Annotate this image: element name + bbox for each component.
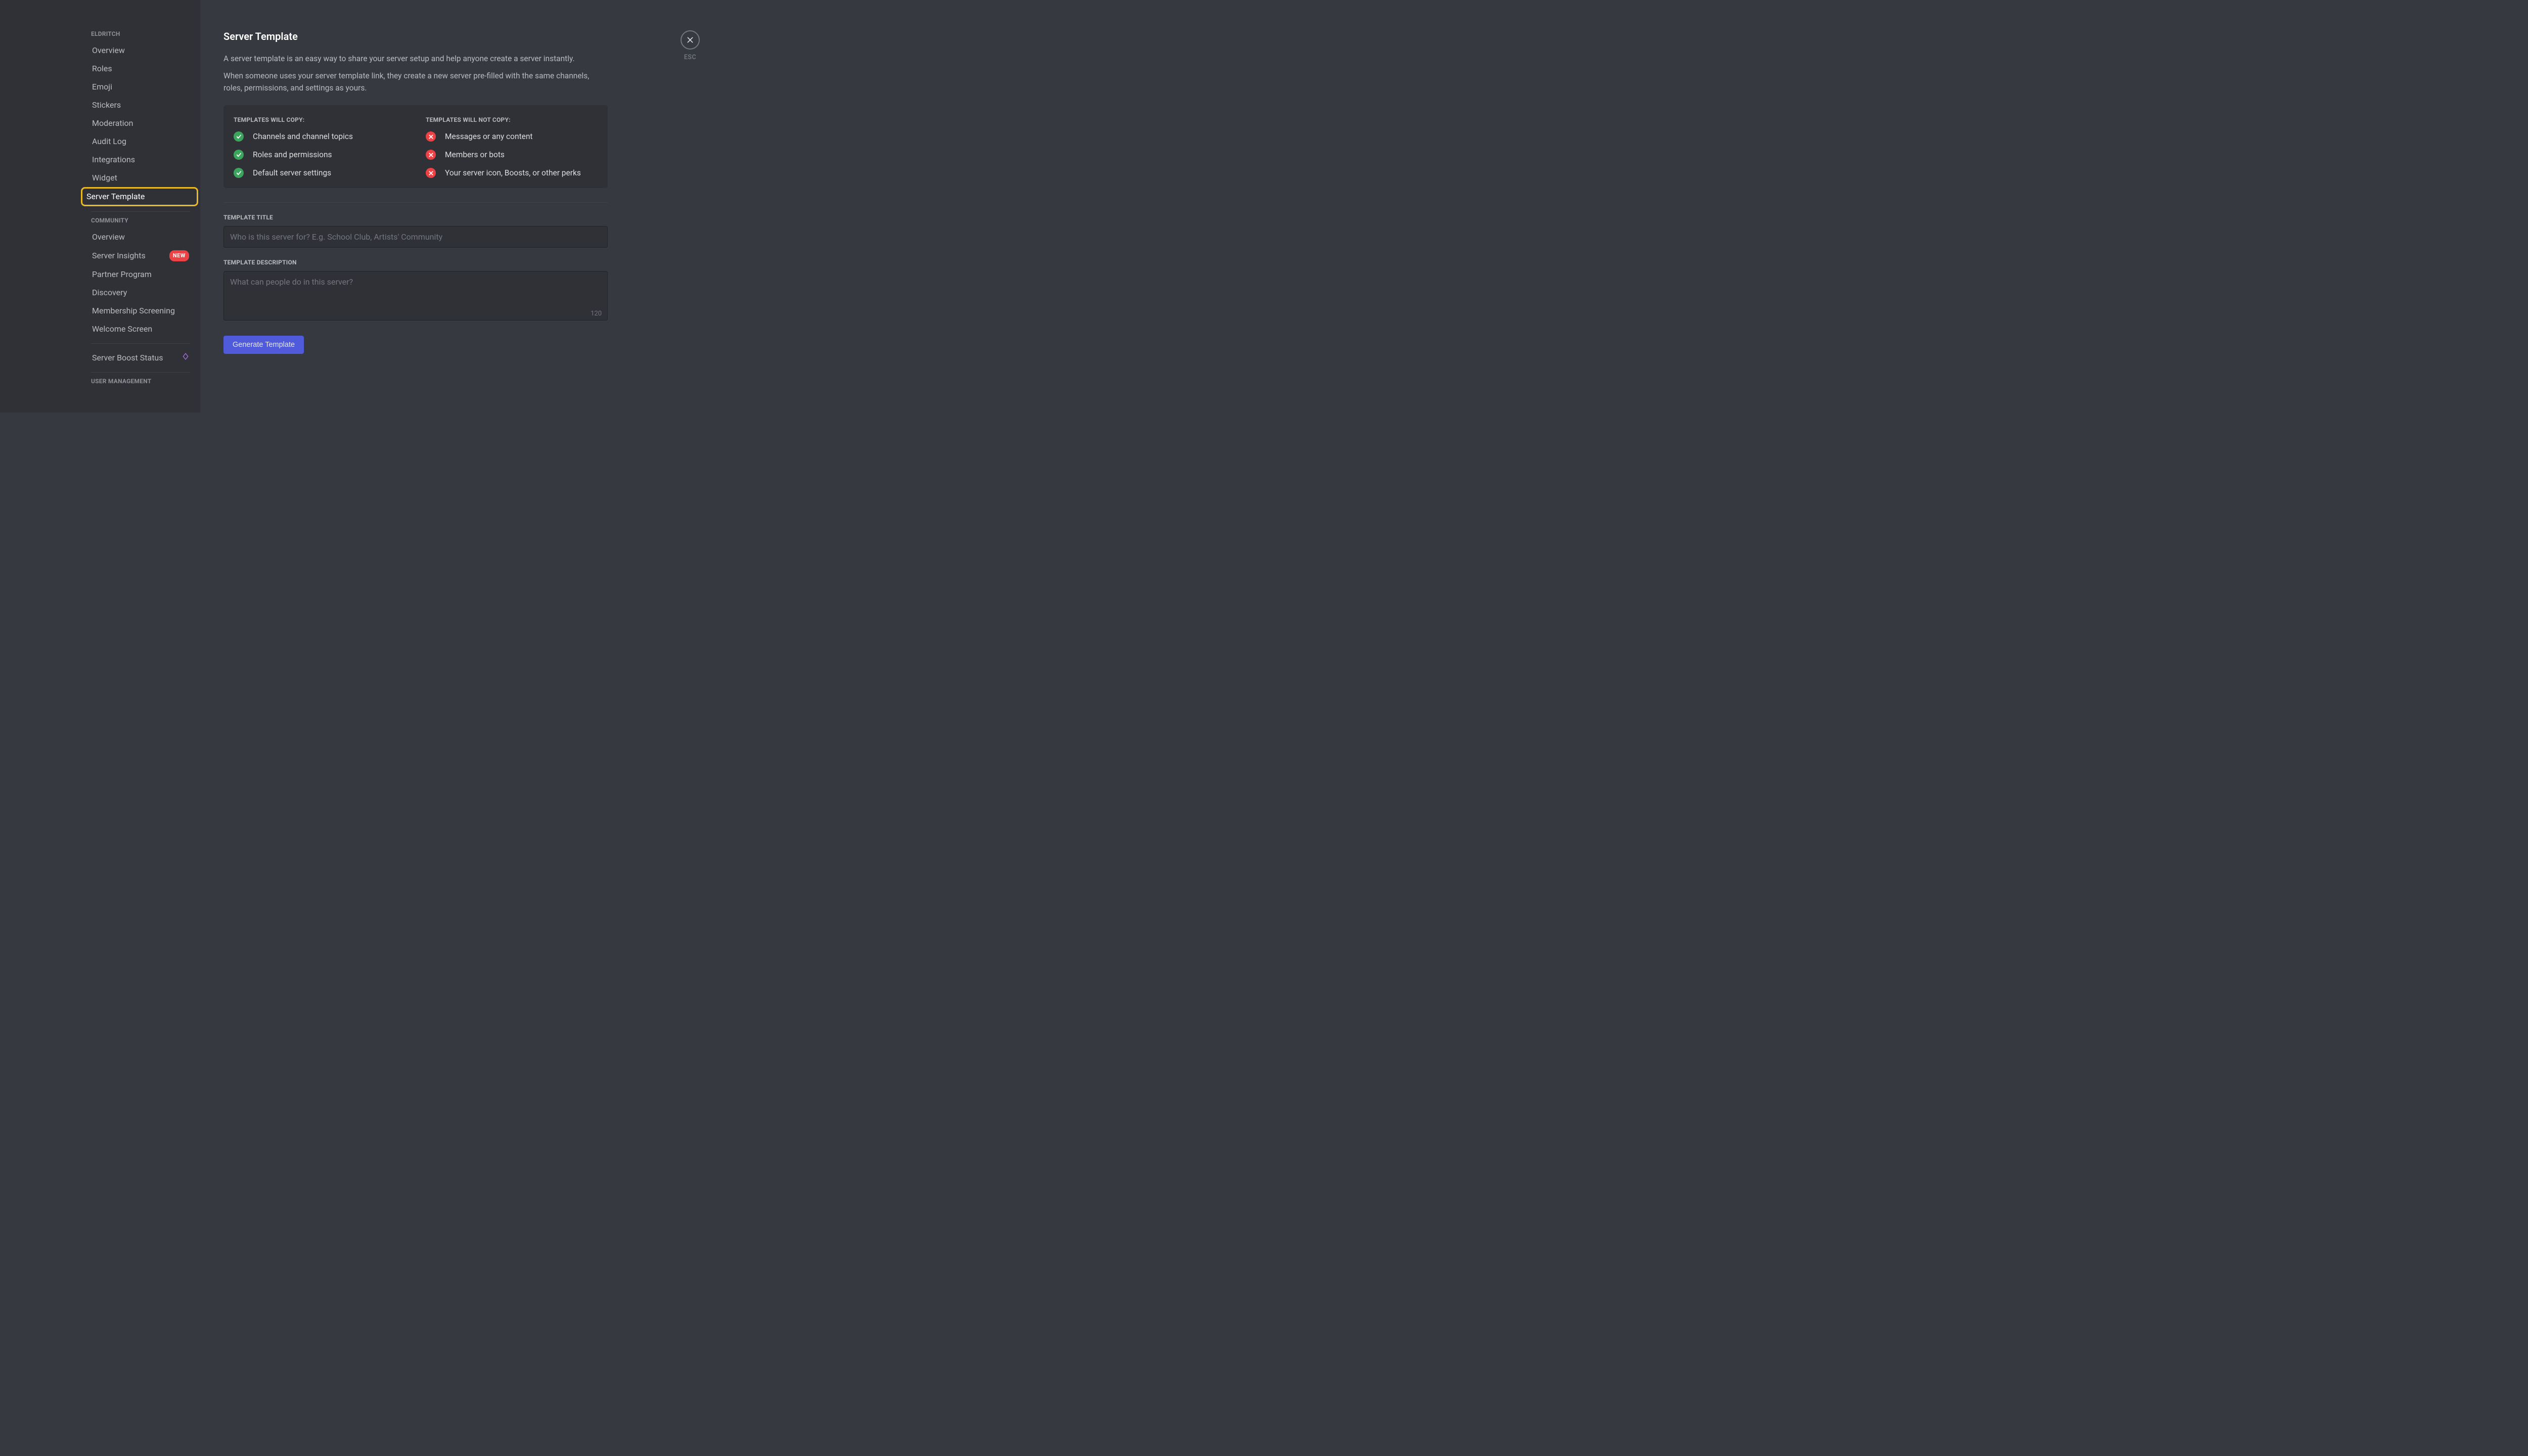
copy-item-label: Default server settings: [253, 168, 331, 177]
page-desc-1: A server template is an easy way to shar…: [223, 53, 608, 65]
boost-gem-icon: [182, 353, 189, 363]
template-description-wrap: 120: [223, 271, 608, 323]
sidebar-item-roles[interactable]: Roles: [87, 60, 194, 78]
template-description-input[interactable]: [223, 271, 608, 321]
x-icon: [426, 131, 436, 142]
divider: [91, 372, 190, 373]
sidebar-item-label: Welcome Screen: [92, 324, 152, 334]
sidebar-item-membership-screening[interactable]: Membership Screening: [87, 302, 194, 320]
copy-item-channels: Channels and channel topics: [234, 131, 405, 142]
page-desc-2: When someone uses your server template l…: [223, 70, 608, 94]
check-icon: [234, 131, 244, 142]
sidebar-item-label: Widget: [92, 173, 117, 183]
main-content: ESC Server Template A server template is…: [200, 0, 728, 413]
will-copy-column: TEMPLATES WILL COPY: Channels and channe…: [234, 116, 405, 178]
sidebar-item-label: Discovery: [92, 288, 127, 298]
template-title-label: TEMPLATE TITLE: [223, 214, 608, 221]
divider: [223, 202, 608, 203]
sidebar-item-label: Partner Program: [92, 269, 152, 280]
sidebar-item-label: Emoji: [92, 82, 112, 92]
sidebar-item-label: Server Boost Status: [92, 353, 163, 363]
nocopy-item-label: Messages or any content: [445, 132, 533, 141]
sidebar-item-audit-log[interactable]: Audit Log: [87, 132, 194, 151]
sidebar-item-welcome-screen[interactable]: Welcome Screen: [87, 320, 194, 338]
will-copy-header: TEMPLATES WILL COPY:: [234, 116, 405, 123]
check-icon: [234, 150, 244, 160]
char-counter: 120: [591, 310, 602, 317]
sidebar-item-stickers[interactable]: Stickers: [87, 96, 194, 114]
sidebar-item-label: Audit Log: [92, 136, 126, 147]
nocopy-item-members: Members or bots: [426, 150, 598, 160]
sidebar-item-widget[interactable]: Widget: [87, 169, 194, 187]
nocopy-item-label: Members or bots: [445, 150, 505, 159]
nocopy-item-icon: Your server icon, Boosts, or other perks: [426, 168, 598, 178]
section-header-server: ELDRITCH: [87, 30, 194, 41]
close-icon: [681, 30, 700, 50]
generate-template-button[interactable]: Generate Template: [223, 336, 304, 354]
close-label: ESC: [684, 54, 696, 61]
sidebar-item-label: Server Insights: [92, 251, 146, 261]
sidebar-item-integrations[interactable]: Integrations: [87, 151, 194, 169]
sidebar-item-label: Roles: [92, 64, 112, 74]
x-icon: [426, 150, 436, 160]
content: Server Template A server template is an …: [223, 30, 608, 354]
sidebar-item-label: Overview: [92, 232, 125, 242]
sidebar: ELDRITCH Overview Roles Emoji Stickers M…: [0, 0, 200, 413]
sidebar-item-community-overview[interactable]: Overview: [87, 228, 194, 246]
sidebar-item-moderation[interactable]: Moderation: [87, 114, 194, 132]
sidebar-inner: ELDRITCH Overview Roles Emoji Stickers M…: [87, 30, 194, 413]
divider: [91, 343, 190, 344]
sidebar-item-label: Moderation: [92, 118, 133, 128]
section-header-user-management: USER MANAGEMENT: [87, 378, 194, 389]
sidebar-item-server-insights[interactable]: Server Insights NEW: [87, 246, 194, 265]
sidebar-item-label: Server Template: [86, 192, 145, 202]
sidebar-item-label: Integrations: [92, 155, 135, 165]
template-info-box: TEMPLATES WILL COPY: Channels and channe…: [223, 105, 608, 188]
sidebar-item-discovery[interactable]: Discovery: [87, 284, 194, 302]
sidebar-item-label: Overview: [92, 46, 125, 56]
template-description-label: TEMPLATE DESCRIPTION: [223, 259, 608, 266]
nocopy-item-label: Your server icon, Boosts, or other perks: [445, 168, 581, 177]
sidebar-item-label: Membership Screening: [92, 306, 175, 316]
sidebar-item-emoji[interactable]: Emoji: [87, 78, 194, 96]
will-not-copy-column: TEMPLATES WILL NOT COPY: Messages or any…: [426, 116, 598, 178]
copy-item-label: Roles and permissions: [253, 150, 332, 159]
section-header-community: COMMUNITY: [87, 217, 194, 228]
x-icon: [426, 168, 436, 178]
copy-item-label: Channels and channel topics: [253, 132, 353, 141]
will-not-copy-header: TEMPLATES WILL NOT COPY:: [426, 116, 598, 123]
nocopy-item-messages: Messages or any content: [426, 131, 598, 142]
template-title-input[interactable]: [223, 226, 608, 248]
new-badge: NEW: [169, 250, 189, 261]
copy-item-settings: Default server settings: [234, 168, 405, 178]
divider: [91, 211, 190, 212]
check-icon: [234, 168, 244, 178]
sidebar-item-partner-program[interactable]: Partner Program: [87, 265, 194, 284]
sidebar-item-overview[interactable]: Overview: [87, 41, 194, 60]
sidebar-item-label: Stickers: [92, 100, 121, 110]
page-title: Server Template: [223, 30, 608, 42]
copy-item-roles: Roles and permissions: [234, 150, 405, 160]
close-button[interactable]: ESC: [681, 30, 700, 61]
sidebar-item-boost-status[interactable]: Server Boost Status: [87, 349, 194, 367]
sidebar-item-server-template[interactable]: Server Template: [81, 187, 198, 206]
